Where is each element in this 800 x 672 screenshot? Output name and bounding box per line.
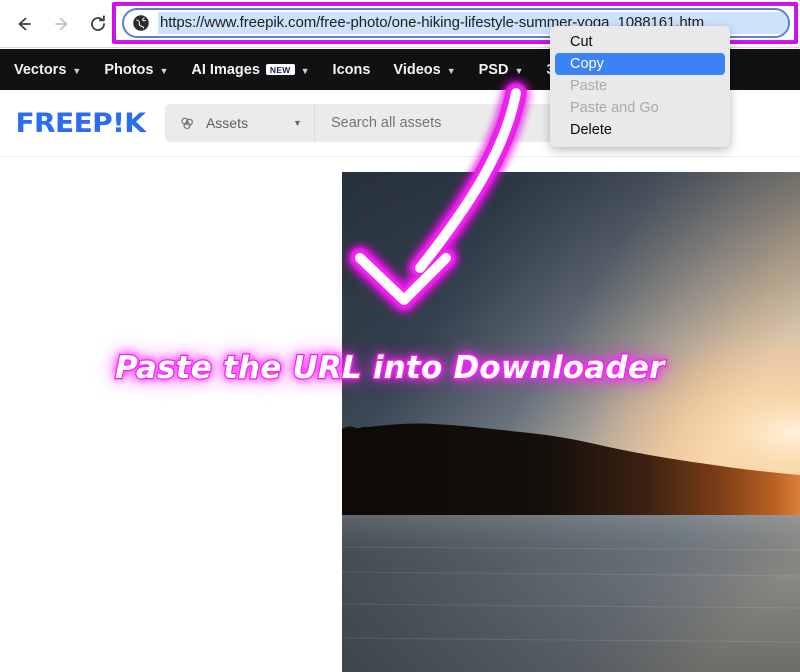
globe-icon <box>133 15 149 31</box>
sunset-lake-photo <box>342 172 800 672</box>
assets-icon <box>181 117 193 129</box>
chevron-down-icon: ▼ <box>293 118 302 128</box>
context-menu-item-delete[interactable]: Delete <box>555 119 725 141</box>
assets-dropdown-label: Assets <box>205 115 248 131</box>
nav-item-label: AI Images <box>191 61 260 78</box>
hero-photo[interactable] <box>342 172 800 672</box>
reload-icon <box>91 15 105 31</box>
context-menu-item-paste-and-go: Paste and Go <box>570 100 659 116</box>
assets-dropdown[interactable]: Assets ▼ <box>165 104 315 142</box>
context-menu-item-paste: Paste <box>570 78 608 94</box>
freepik-logo[interactable]: FREEP!K <box>16 108 147 139</box>
forward-arrow-icon <box>55 17 68 31</box>
nav-item-label: Icons <box>332 61 371 78</box>
nav-item-label: Photos <box>104 61 154 78</box>
reload-button[interactable] <box>84 10 112 38</box>
nav-item-psd[interactable]: PSD ▼ <box>479 62 524 78</box>
chevron-down-icon: ▼ <box>159 65 169 76</box>
nav-item-label: PSD <box>478 61 509 78</box>
page-content <box>0 157 800 672</box>
forward-button <box>48 10 76 38</box>
chevron-down-icon: ▼ <box>514 65 524 76</box>
nav-item-label: Vectors <box>14 61 67 78</box>
context-menu-item-cut[interactable]: Cut <box>555 31 725 53</box>
nav-item-photos[interactable]: Photos ▼ <box>104 62 168 78</box>
back-button[interactable] <box>10 10 38 38</box>
nav-item-ai-images[interactable]: AI Images NEW ▼ <box>191 62 309 78</box>
chevron-down-icon: ▼ <box>446 65 456 76</box>
nav-item-label: Videos <box>393 61 441 78</box>
context-menu-item-copy[interactable]: Copy <box>555 53 725 75</box>
context-menu: Cut Copy Paste Paste and Go Delete <box>550 26 730 147</box>
back-arrow-icon <box>18 17 31 31</box>
nav-item-videos[interactable]: Videos ▼ <box>393 62 455 78</box>
new-badge: NEW <box>265 63 295 76</box>
nav-item-icons[interactable]: Icons <box>333 62 371 78</box>
chevron-down-icon: ▼ <box>300 65 310 76</box>
chevron-down-icon: ▼ <box>72 65 82 76</box>
nav-item-vectors[interactable]: Vectors ▼ <box>14 62 81 78</box>
